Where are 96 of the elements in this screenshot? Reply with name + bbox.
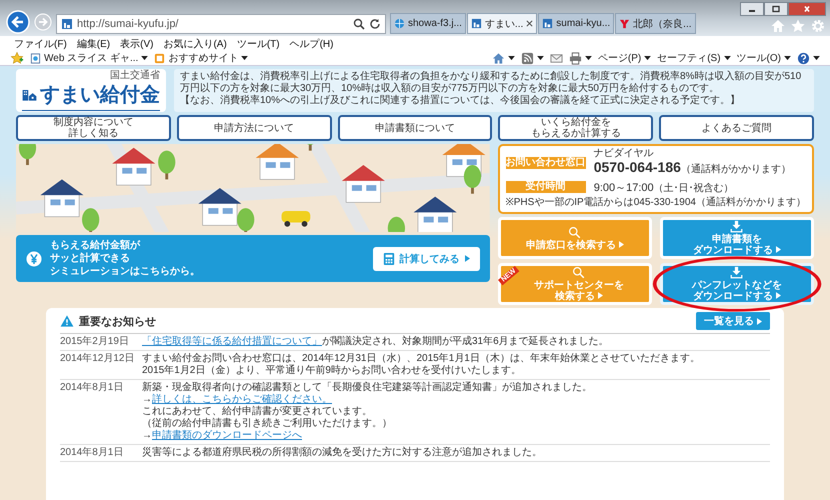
phone-number: 0570-064-186 [594,159,681,175]
navi-dial-label: ナビダイヤル [594,149,655,159]
yen-icon [26,250,42,266]
news-text: すまい給付金お問い合わせ窓口は、2014年12月31日（水）、2015年1月1日（木）は、年末年始休業とさせていただきます。 [142,353,701,364]
warning-icon [60,315,74,327]
news-title: 重要なお知らせ [79,314,156,328]
menu-item[interactable]: ツール(T) [236,36,280,50]
close-button[interactable] [788,2,826,16]
command-bar-item[interactable] [492,52,515,64]
caret-icon [757,318,762,324]
site-icon [542,18,554,29]
calculator-icon [382,252,395,266]
command-bar-item[interactable] [797,52,820,64]
home-icon [492,52,505,64]
command-bar-item[interactable] [568,52,592,64]
star-icon[interactable] [790,18,806,34]
agency-label: 国土交通省 [110,70,160,81]
mail-icon [550,52,563,64]
address-bar[interactable]: http://sumai-kyufu.jp/ [56,14,386,34]
caret-icon [644,56,652,60]
nav-button[interactable]: 申請書類について [338,115,492,141]
command-bar-item[interactable]: ツール(O) [736,51,791,65]
banner-text: もらえる給付金額が サッと計算できる シミュレーションはこちらから。 [50,239,201,278]
close-icon [802,5,812,13]
contact-footnote: ※PHSや一部のIP電話からは045-330-1904（通話料がかかります） [506,197,806,209]
back-button[interactable] [6,10,30,34]
caret-icon [141,56,148,60]
news-text: →詳しくは、こちらからご確認ください。 [142,394,333,406]
news-text: 2015年1月2日（金）より、平常通り午前9時からお問い合わせを受付けいたします。 [142,365,522,377]
news-link[interactable]: 申請書類のダウンロードページへ [152,430,302,441]
news-text: →申請書類のダウンロードページへ [142,430,303,442]
news-date: 2014年8月1日 [60,447,124,459]
nav-button[interactable]: 制度内容について 詳しく知る [16,115,171,141]
news-text: これにあわせて、給付申請書が変更されています。 [142,406,373,418]
search-icon[interactable] [353,18,365,30]
search-icon [572,266,586,279]
browser-tab[interactable]: 北郎（奈良... [615,13,696,34]
browser-tab[interactable]: sumai-kyu... [538,13,614,34]
caret-icon [598,292,603,299]
news-date: 2014年12月12日 [60,353,136,366]
menu-item[interactable]: ヘルプ(H) [290,36,334,50]
browser-tab[interactable]: すまい... [466,13,538,34]
caret-icon [776,246,781,253]
phone-note: （通話料がかかります） [680,164,791,175]
globe-icon [394,18,405,29]
favorites-bar-item[interactable]: おすすめサイト [154,51,248,65]
caret-icon [584,56,592,60]
menu-item[interactable]: ファイル(F) [14,36,67,50]
command-bar-item[interactable]: セーフティ(S) [657,51,731,65]
hours-label: 受付時間 [506,181,586,193]
nav-button[interactable]: 申請方法について [176,115,332,141]
maximize-icon [771,5,781,13]
caret-icon [776,292,781,299]
caret-icon [464,255,470,262]
news-link[interactable]: 「住宅取得等に係る給付措置について」 [142,336,322,347]
nav-button[interactable]: いくら給付金を もらえるか計算する [498,115,654,141]
maximize-button[interactable] [764,2,788,16]
news-text: 「住宅取得等に係る給付措置について」が閣議決定され、対象期間が平成31年6月まで延長されました。 [142,336,610,348]
news-text: 災害等による都道府県民税の所得割額の減免を受けた方に対する注意が追加されました。 [142,447,543,459]
search-icon [568,226,582,238]
hours-text: 9:00～17:00 [594,182,654,194]
refresh-icon[interactable] [369,18,381,30]
download-icon [730,266,744,279]
command-bar-item[interactable]: ページ(P) [598,51,652,65]
nav-button[interactable]: よくあるご質問 [659,115,814,141]
caret-icon [724,56,731,60]
news-date: 2014年8月1日 [60,382,124,395]
favorites-star-icon[interactable] [10,51,24,65]
site-icon [470,18,482,29]
favorites-bar-item[interactable]: Web スライス ギャ... [30,51,148,65]
description-text: すまい給付金は、消費税率引上げによる住宅取得者の負担をかなり緩和するために創設した制度です。消費税率8%時は収入額の目安が510万円以下の方を対象に最大30万円、10%時は収入額の目安が775万円以下の方を対象に最大50万円を給付するものです。 [180,71,802,94]
menu-item[interactable]: 表示(V) [120,36,154,50]
description-text: 【なお、消費税率10%への引上げ及びこれに関連する措置については、今後国会の審議を経て正式に決定される予定です。】 [180,95,742,107]
download-icon [730,220,744,233]
minimize-button[interactable] [740,2,764,16]
inquiry-label: お問い合わせ窓口 [506,157,586,169]
caret-icon [784,56,791,60]
caret-icon [241,56,248,60]
news-text: 新築・現金取得者向けの確認書類として「長期優良住宅建築等計画認定通知書」が追加されました。 [142,382,593,394]
site-icon [61,18,73,30]
browser-tab[interactable]: showa-f3.j... [390,13,466,34]
logo-card[interactable]: 国土交通省 すまい給付金 [16,69,166,112]
hours-note: （土･日･祝含む） [654,183,734,194]
news-text: （従前の給付申請書も引き続きご利用いただけます。） [142,418,393,430]
caret-icon [813,56,820,60]
caret-icon [508,56,515,60]
caret-icon [618,240,624,248]
command-bar-item[interactable] [520,52,544,64]
menu-item[interactable]: 編集(E) [76,36,110,50]
y-logo-icon [619,18,630,29]
news-date: 2015年2月19日 [60,336,130,348]
menu-item[interactable]: お気に入り(A) [163,36,227,50]
caret-icon [536,56,544,60]
news-link[interactable]: 詳しくは、こちらからご確認ください。 [152,394,332,405]
close-icon[interactable] [526,20,534,27]
logo-title: すまい給付金 [40,83,160,108]
